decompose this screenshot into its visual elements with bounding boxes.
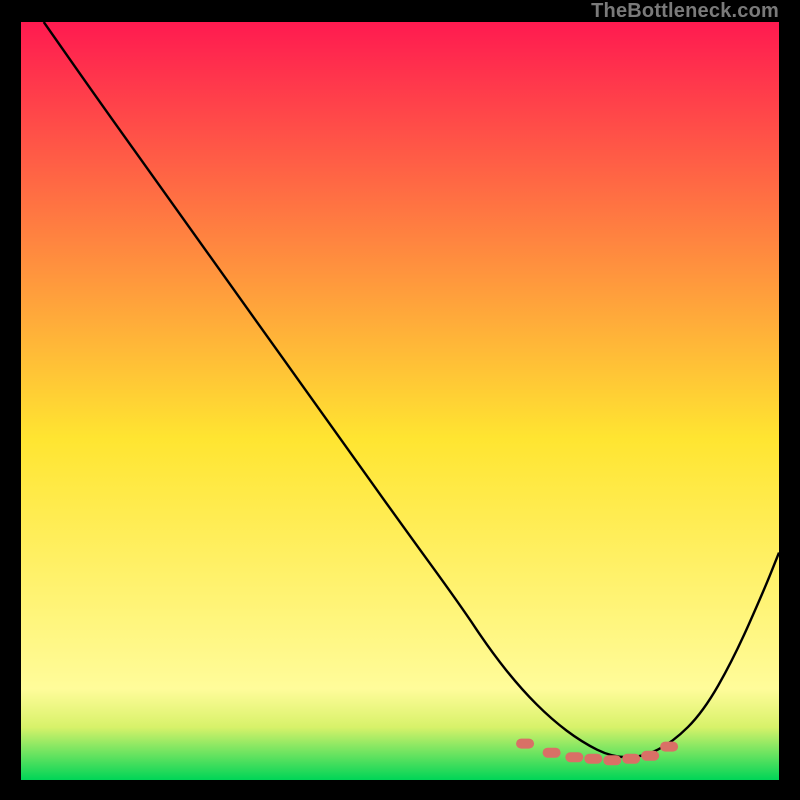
chart-frame	[21, 22, 779, 780]
optimal-marker	[565, 752, 583, 762]
optimal-marker	[622, 754, 640, 764]
optimal-marker	[641, 751, 659, 761]
optimal-marker	[543, 748, 561, 758]
optimal-marker	[603, 755, 621, 765]
gradient-background	[21, 22, 779, 780]
bottleneck-chart	[21, 22, 779, 780]
optimal-marker	[660, 742, 678, 752]
watermark-text: TheBottleneck.com	[591, 0, 779, 23]
optimal-marker	[584, 754, 602, 764]
optimal-marker	[516, 739, 534, 749]
